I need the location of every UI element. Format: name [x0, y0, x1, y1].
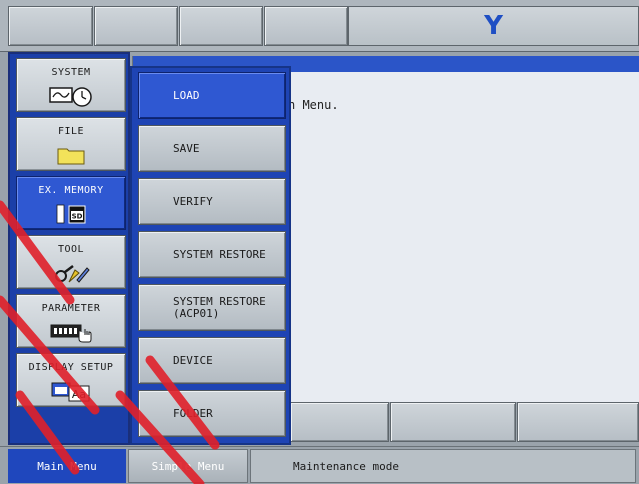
- ex-memory-submenu: LOAD SAVE VERIFY SYSTEM RESTORE SYSTEM R…: [130, 66, 291, 445]
- main-menu-ex-memory[interactable]: EX. MEMORY SD: [16, 176, 126, 230]
- function-button-3[interactable]: [517, 402, 639, 442]
- sd-card-icon: SD: [56, 204, 86, 224]
- top-button-2[interactable]: [94, 6, 178, 46]
- function-button-1[interactable]: [290, 402, 389, 442]
- top-bar: Y: [0, 0, 639, 52]
- top-button-3[interactable]: [179, 6, 263, 46]
- main-menu-panel: SYSTEM FILE EX. MEMORY SD TOOL PARAMETER…: [8, 52, 130, 445]
- submenu-verify[interactable]: VERIFY: [138, 178, 286, 225]
- brand-logo: Y: [348, 6, 639, 46]
- status-bar: Main Menu Simple Menu Maintenance mode: [0, 446, 639, 484]
- function-button-2[interactable]: [390, 402, 516, 442]
- main-menu-parameter-label: PARAMETER: [41, 303, 101, 314]
- submenu-device[interactable]: DEVICE: [138, 337, 286, 384]
- content-message: n Menu.: [288, 98, 339, 112]
- main-menu-tool[interactable]: TOOL: [16, 235, 126, 289]
- main-menu-file[interactable]: FILE: [16, 117, 126, 171]
- main-menu-file-label: FILE: [57, 126, 85, 137]
- main-menu-button[interactable]: Main Menu: [8, 449, 126, 483]
- top-button-1[interactable]: [8, 6, 93, 46]
- simple-menu-button[interactable]: Simple Menu: [128, 449, 248, 483]
- submenu-save[interactable]: SAVE: [138, 125, 286, 172]
- main-menu-system-label: SYSTEM: [51, 67, 91, 78]
- top-button-4[interactable]: [264, 6, 348, 46]
- status-message: Maintenance mode: [250, 449, 636, 483]
- submenu-system-restore-acp01[interactable]: SYSTEM RESTORE (ACP01): [138, 284, 286, 331]
- submenu-folder[interactable]: FOLDER: [138, 390, 286, 437]
- main-menu-ex-memory-label: EX. MEMORY: [38, 185, 104, 196]
- svg-text:Aa: Aa: [72, 388, 86, 401]
- brand-logo-letter: Y: [484, 11, 503, 41]
- submenu-load[interactable]: LOAD: [138, 72, 286, 119]
- display-setup-icon: Aa: [51, 382, 90, 402]
- main-menu-display-setup[interactable]: DISPLAY SETUP Aa: [16, 353, 126, 407]
- tools-icon: [55, 265, 90, 283]
- svg-text:SD: SD: [72, 213, 83, 221]
- submenu-system-restore[interactable]: SYSTEM RESTORE: [138, 231, 286, 278]
- main-menu-system[interactable]: SYSTEM: [16, 58, 126, 112]
- main-menu-tool-label: TOOL: [57, 244, 85, 255]
- main-menu-parameter[interactable]: PARAMETER: [16, 294, 126, 348]
- folder-icon: [57, 148, 85, 165]
- main-menu-display-setup-label: DISPLAY SETUP: [28, 362, 114, 373]
- system-clock-icon: [49, 87, 92, 107]
- parameter-icon: [50, 324, 92, 343]
